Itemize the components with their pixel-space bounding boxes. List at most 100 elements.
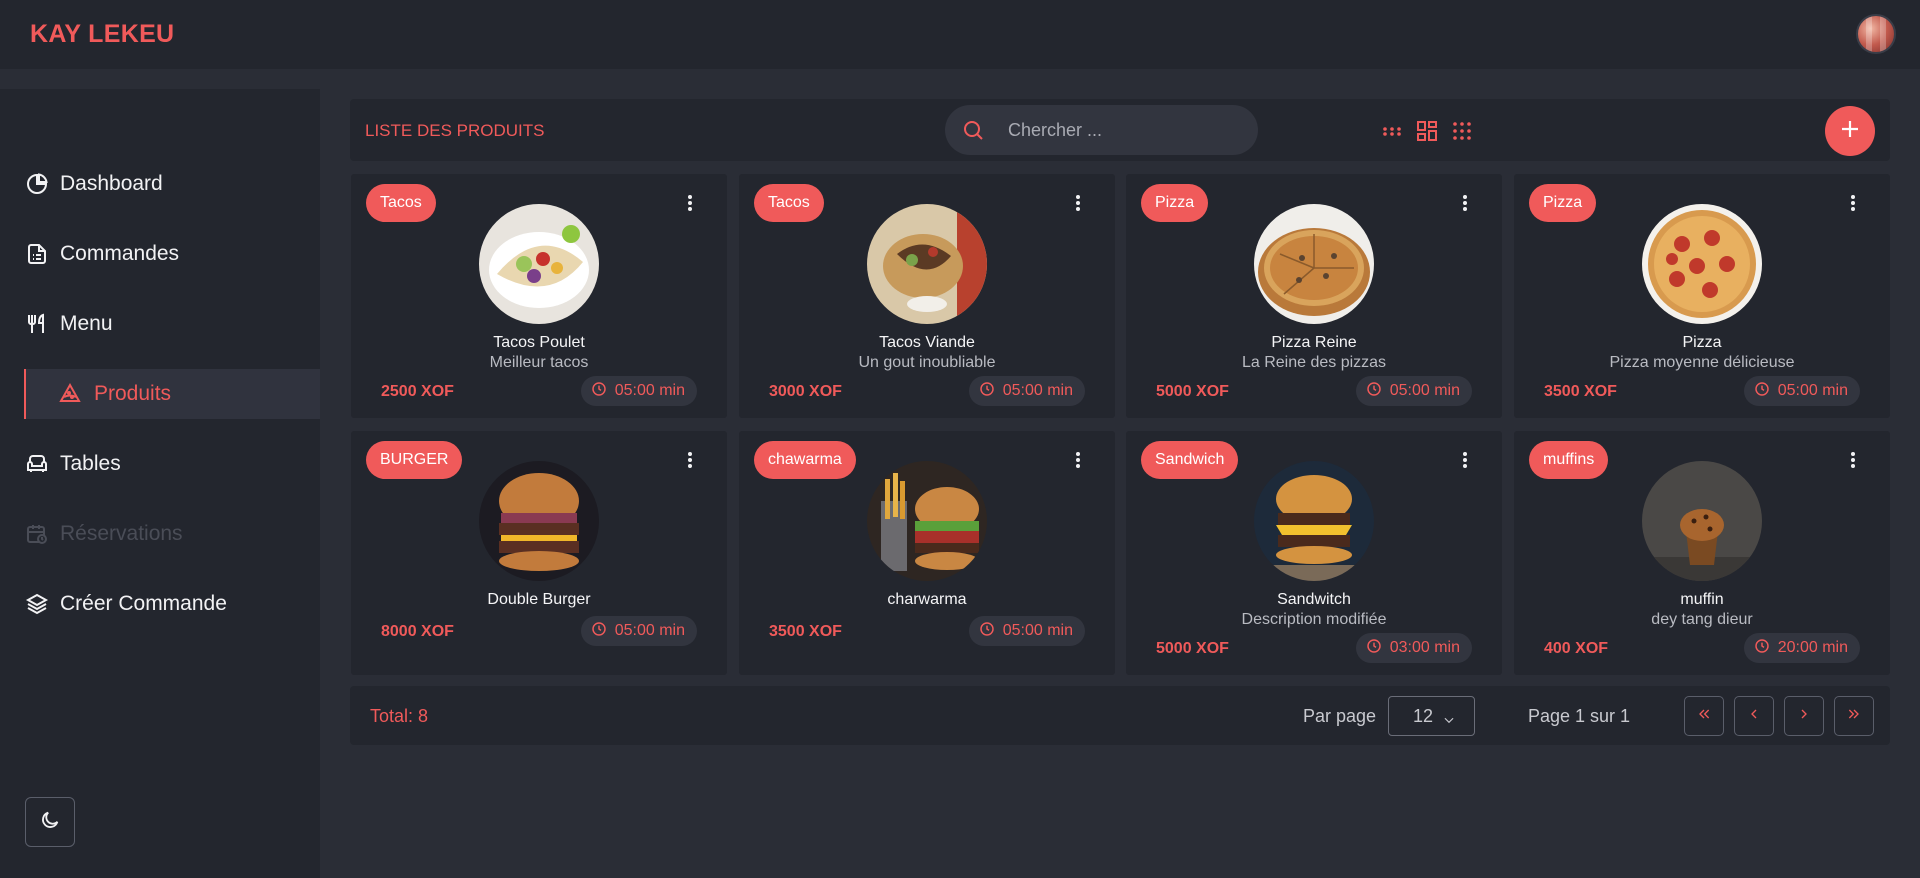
more-options-icon[interactable] (683, 192, 697, 214)
sidebar-item-label: Produits (94, 382, 172, 405)
calendar-clock-icon (25, 522, 49, 546)
product-description: Un gout inoubliable (858, 354, 996, 371)
clock-icon (591, 381, 607, 402)
prev-page-button[interactable] (1734, 696, 1774, 736)
product-photo (1642, 461, 1762, 581)
product-photo (1642, 204, 1762, 324)
sidebar-item-label: Menu (60, 312, 113, 335)
product-name: Tacos Viande (879, 334, 975, 351)
more-options-icon[interactable] (1458, 449, 1472, 471)
product-name: muffin (1680, 591, 1724, 608)
product-photo (1254, 461, 1374, 581)
sidebar-item-dashboard[interactable]: Dashboard (0, 159, 320, 209)
product-description: Meilleur tacos (489, 354, 589, 371)
moon-icon (39, 809, 61, 836)
per-page-label: Par page (1303, 706, 1377, 726)
prep-time: 05:00 min (1002, 622, 1073, 639)
category-badge: Pizza (1141, 184, 1209, 222)
product-price: 3500 XOF (1544, 383, 1617, 400)
prep-time: 05:00 min (1777, 382, 1848, 399)
category-badge: Sandwich (1141, 441, 1239, 479)
product-card[interactable]: chawarma charwarma 3500 XOF 05:00 min (739, 431, 1115, 675)
product-photo (479, 461, 599, 581)
sidebar-item-commandes[interactable]: Commandes (0, 229, 320, 279)
category-badge: BURGER (366, 441, 463, 479)
more-options-icon[interactable] (1846, 449, 1860, 471)
sidebar-item-label: Tables (60, 452, 121, 475)
dots-small-grid-icon[interactable] (1380, 119, 1404, 143)
sidebar: Dashboard Commandes Menu Produits Tables… (0, 89, 320, 878)
large-grid-icon[interactable] (1415, 119, 1439, 143)
product-price: 3000 XOF (769, 383, 842, 400)
page-title: LISTE DES PRODUITS (365, 121, 545, 140)
next-page-button[interactable] (1784, 696, 1824, 736)
sidebar-item-creer-commande[interactable]: Créer Commande (0, 579, 320, 629)
clock-icon (1366, 638, 1382, 659)
prep-time: 03:00 min (1389, 639, 1460, 656)
sidebar-item-tables[interactable]: Tables (0, 439, 320, 489)
more-options-icon[interactable] (1458, 192, 1472, 214)
product-card[interactable]: muffins muffin dey tang dieur 400 XOF 20… (1514, 431, 1890, 675)
product-card[interactable]: Pizza Pizza Reine La Reine des pizzas 50… (1126, 174, 1502, 418)
utensils-icon (25, 312, 49, 336)
product-price: 8000 XOF (381, 623, 454, 640)
clock-icon (1754, 381, 1770, 402)
product-name: Double Burger (487, 591, 591, 608)
document-list-icon (25, 242, 49, 266)
product-card[interactable]: Tacos Tacos Viande Un gout inoubliable 3… (739, 174, 1115, 418)
more-options-icon[interactable] (1846, 192, 1860, 214)
product-description: Pizza moyenne délicieuse (1609, 354, 1795, 371)
product-card[interactable]: Sandwich Sandwitch Description modifiée … (1126, 431, 1502, 675)
product-photo (1254, 204, 1374, 324)
product-card[interactable]: BURGER Double Burger 8000 XOF 05:00 min (351, 431, 727, 675)
first-page-button[interactable] (1684, 696, 1724, 736)
category-badge: chawarma (754, 441, 856, 479)
user-avatar[interactable] (1856, 14, 1896, 54)
sidebar-item-label: Créer Commande (60, 592, 227, 615)
product-price: 400 XOF (1544, 640, 1609, 657)
brand-logo[interactable]: KAY LEKEU (30, 20, 174, 49)
product-photo (867, 461, 987, 581)
product-card[interactable]: Tacos Tacos Poulet Meilleur tacos 2500 X… (351, 174, 727, 418)
search-box[interactable] (945, 105, 1258, 155)
sidebar-item-produits[interactable]: Produits (24, 369, 320, 419)
search-icon (961, 118, 985, 147)
theme-toggle-button[interactable] (25, 797, 75, 847)
prep-time-badge: 05:00 min (968, 376, 1085, 406)
prep-time: 05:00 min (1002, 382, 1073, 399)
more-options-icon[interactable] (683, 449, 697, 471)
product-card[interactable]: Pizza Pizza Pizza moyenne délicieuse 350… (1514, 174, 1890, 418)
prep-time: 05:00 min (1389, 382, 1460, 399)
page-info: Page 1 sur 1 (1528, 706, 1631, 726)
prep-time: 05:00 min (614, 382, 685, 399)
plus-icon (1838, 117, 1862, 146)
dots-grid-icon[interactable] (1450, 119, 1474, 143)
sidebar-item-menu[interactable]: Menu (0, 299, 320, 349)
product-photo (867, 204, 987, 324)
chevron-right-icon (1796, 706, 1812, 727)
product-description: La Reine des pizzas (1241, 354, 1387, 371)
product-description: dey tang dieur (1651, 611, 1753, 628)
add-product-button[interactable] (1825, 106, 1875, 156)
prep-time: 20:00 min (1777, 639, 1848, 656)
search-input[interactable] (1008, 105, 1238, 155)
chevron-down-icon (1442, 711, 1456, 732)
double-chevron-right-icon (1846, 706, 1862, 727)
more-options-icon[interactable] (1071, 192, 1085, 214)
clock-icon (1754, 638, 1770, 659)
product-name: Tacos Poulet (493, 334, 585, 351)
clock-icon (591, 621, 607, 642)
last-page-button[interactable] (1834, 696, 1874, 736)
prep-time-badge: 05:00 min (580, 376, 697, 406)
clock-icon (979, 381, 995, 402)
category-badge: muffins (1529, 441, 1609, 479)
product-photo (479, 204, 599, 324)
layers-icon (25, 592, 49, 616)
clock-icon (1366, 381, 1382, 402)
per-page-select[interactable]: 12 (1388, 696, 1475, 736)
more-options-icon[interactable] (1071, 449, 1085, 471)
sidebar-item-reservations[interactable]: Réservations (0, 509, 320, 559)
product-price: 3500 XOF (769, 623, 842, 640)
product-price: 5000 XOF (1156, 640, 1229, 657)
product-name: charwarma (887, 591, 967, 608)
